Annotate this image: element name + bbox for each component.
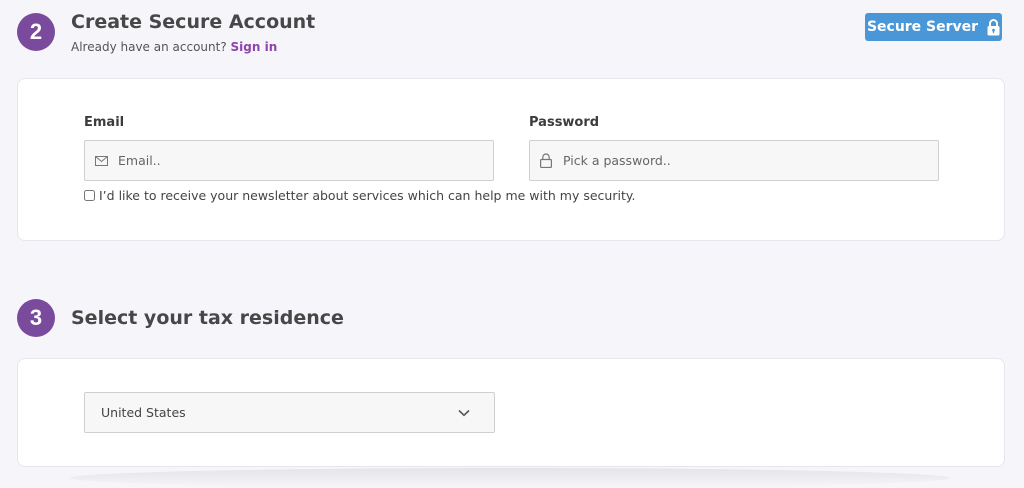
signin-prompt-text: Already have an account? [71, 40, 227, 54]
password-input[interactable] [563, 153, 923, 168]
secure-server-button[interactable]: Secure Server [865, 13, 1002, 41]
secure-server-label: Secure Server [866, 19, 979, 35]
email-label: Email [84, 115, 125, 130]
envelope-icon [94, 154, 108, 168]
tax-residence-title: Select your tax residence [71, 307, 344, 329]
newsletter-option[interactable]: I’d like to receive your newsletter abou… [84, 188, 635, 203]
step-3-badge: 3 [17, 299, 55, 337]
newsletter-checkbox[interactable] [84, 190, 95, 201]
signin-prompt: Already have an account? Sign in [71, 40, 277, 54]
newsletter-label: I’d like to receive your newsletter abou… [99, 188, 636, 203]
password-field[interactable] [529, 140, 939, 181]
password-label: Password [529, 115, 600, 130]
lock-icon [539, 153, 553, 168]
tax-residence-select[interactable]: United States [84, 392, 495, 433]
step-2-badge: 2 [17, 13, 55, 51]
signin-link[interactable]: Sign in [231, 40, 278, 54]
chevron-down-icon [458, 409, 470, 417]
lock-icon [987, 18, 1000, 36]
bottom-shadow [70, 468, 950, 488]
email-input[interactable] [118, 153, 478, 168]
create-account-title: Create Secure Account [71, 11, 316, 33]
email-field[interactable] [84, 140, 494, 181]
tax-residence-value: United States [101, 405, 186, 420]
